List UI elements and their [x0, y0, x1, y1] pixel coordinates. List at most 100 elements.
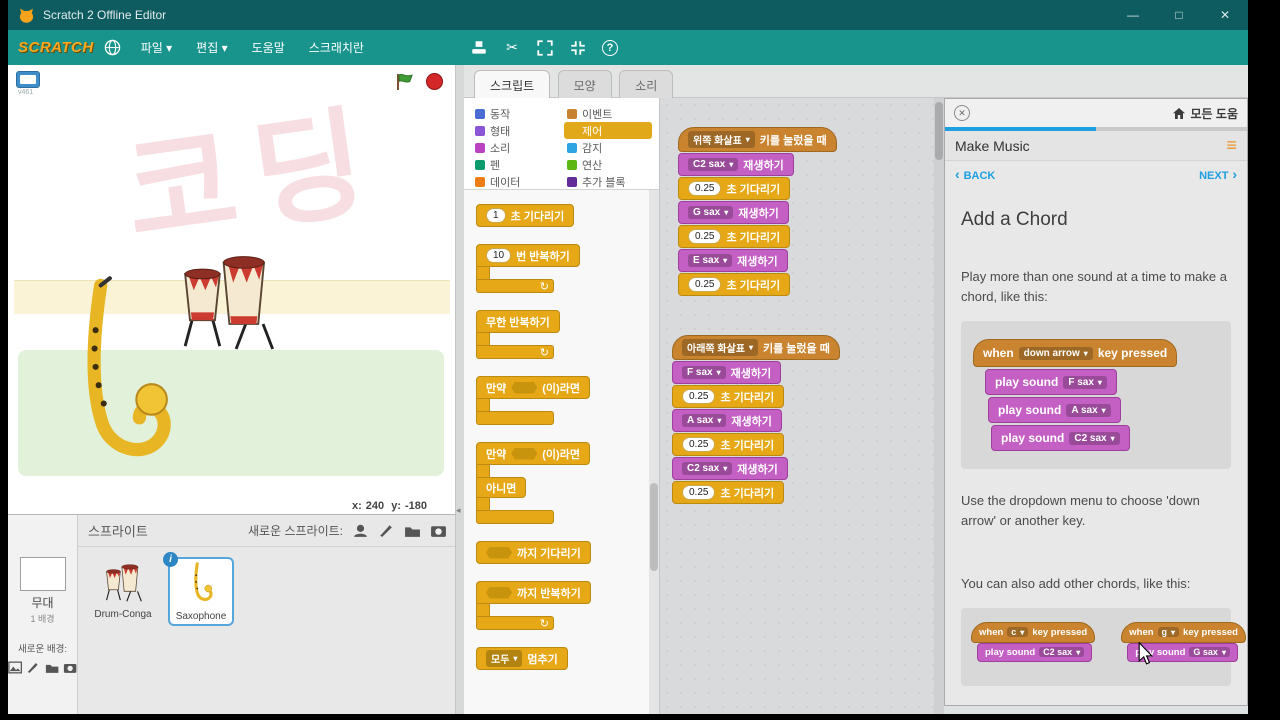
- sprite-card-drum-conga[interactable]: Drum-Conga: [90, 557, 156, 622]
- upload-backdrop-icon[interactable]: [45, 660, 59, 675]
- boolean-slot[interactable]: [486, 586, 512, 599]
- paint-sprite-icon[interactable]: [378, 523, 395, 538]
- sound-dropdown[interactable]: E sax: [688, 254, 733, 267]
- number-input[interactable]: 0.25: [682, 485, 716, 500]
- boolean-slot[interactable]: [486, 546, 512, 559]
- number-input[interactable]: 0.25: [682, 437, 716, 452]
- category-sensing[interactable]: 감지: [564, 139, 652, 156]
- stop-dropdown[interactable]: 모두: [486, 650, 523, 667]
- language-globe-icon[interactable]: [104, 39, 121, 56]
- duplicate-stamp-icon[interactable]: [470, 39, 488, 57]
- next-link[interactable]: NEXT: [1199, 166, 1237, 182]
- boolean-slot[interactable]: [511, 447, 538, 460]
- category-operators[interactable]: 연산: [564, 156, 652, 173]
- key-dropdown[interactable]: 위쪽 화살표: [688, 131, 755, 148]
- key-dropdown[interactable]: 아래쪽 화살표: [682, 339, 758, 356]
- menu-help[interactable]: 도움말: [240, 39, 297, 56]
- palette-repeat-block[interactable]: 10 번 반복하기 ↻: [476, 244, 649, 293]
- camera-sprite-icon[interactable]: [430, 523, 447, 538]
- sprite-library-icon[interactable]: [352, 523, 369, 538]
- drum-conga-sprite-on-stage[interactable]: [164, 243, 289, 353]
- menu-edit[interactable]: 편집 ▾: [184, 39, 239, 56]
- category-looks[interactable]: 형태: [472, 122, 560, 139]
- menu-file[interactable]: 파일 ▾: [129, 39, 184, 56]
- paint-backdrop-icon[interactable]: [26, 660, 40, 675]
- number-input[interactable]: 0.25: [688, 229, 722, 244]
- saxophone-sprite-on-stage[interactable]: [62, 276, 174, 472]
- category-data[interactable]: 데이터: [472, 173, 560, 190]
- stop-button[interactable]: [426, 73, 443, 90]
- sound-dropdown[interactable]: F sax: [682, 366, 726, 379]
- small-stage-toggle-icon[interactable]: [16, 71, 40, 88]
- wait-block[interactable]: 0.25 초 기다리기: [678, 273, 791, 296]
- wait-block[interactable]: 0.25 초 기다리기: [672, 433, 785, 456]
- wait-block[interactable]: 0.25 초 기다리기: [678, 225, 791, 248]
- sound-dropdown[interactable]: A sax: [682, 414, 727, 427]
- grow-icon[interactable]: [536, 39, 554, 57]
- category-sound[interactable]: 소리: [472, 139, 560, 156]
- number-input[interactable]: 10: [486, 248, 512, 263]
- scripts-canvas[interactable]: 위쪽 화살표 키를 눌렀을 때 C2 sax 재생하기 0.25 초 기다리기 …: [660, 98, 944, 714]
- collapse-arrow-icon[interactable]: ◂: [456, 505, 461, 516]
- green-flag-button[interactable]: [395, 72, 415, 92]
- palette-if-block[interactable]: 만약 (이)라면: [476, 376, 649, 425]
- backdrop-library-icon[interactable]: [8, 660, 22, 675]
- palette-scrollbar-thumb[interactable]: [650, 483, 658, 572]
- all-tips-link[interactable]: 모든 도움: [1172, 105, 1238, 122]
- sound-dropdown[interactable]: C2 sax: [688, 158, 739, 171]
- category-motion[interactable]: 동작: [472, 105, 560, 122]
- sprite-info-icon[interactable]: [163, 552, 178, 567]
- tips-menu-icon[interactable]: [1226, 135, 1237, 156]
- number-input[interactable]: 0.25: [688, 181, 722, 196]
- upload-sprite-icon[interactable]: [404, 523, 421, 538]
- block-help-icon[interactable]: [602, 39, 618, 56]
- category-events[interactable]: 이벤트: [564, 105, 652, 122]
- menu-about[interactable]: 스크래치란: [297, 39, 376, 56]
- delete-scissors-icon[interactable]: [503, 39, 521, 57]
- number-input[interactable]: 0.25: [688, 277, 722, 292]
- play-sound-block: play sound F sax: [985, 369, 1117, 396]
- category-pen[interactable]: 펜: [472, 156, 560, 173]
- camera-backdrop-icon[interactable]: [63, 660, 77, 675]
- category-more-blocks[interactable]: 추가 블록: [564, 173, 652, 190]
- number-input[interactable]: 0.25: [682, 389, 716, 404]
- scratch-logo[interactable]: SCRATCH: [18, 39, 94, 56]
- number-input[interactable]: 1: [486, 208, 506, 223]
- palette-wait-block[interactable]: 1 초 기다리기: [476, 204, 575, 227]
- when-key-pressed-hat[interactable]: 위쪽 화살표 키를 눌렀을 때: [678, 127, 837, 152]
- stage-thumbnail[interactable]: [19, 557, 66, 591]
- close-tips-icon[interactable]: [954, 105, 970, 121]
- stage-collapse-divider[interactable]: ◂: [456, 65, 464, 714]
- sprite-card-saxophone[interactable]: Saxophone: [163, 552, 234, 626]
- wait-block[interactable]: 0.25 초 기다리기: [678, 177, 791, 200]
- palette-stop-block[interactable]: 모두 멈추기: [476, 647, 568, 670]
- palette-wait-until-block[interactable]: 까지 기다리기: [476, 541, 591, 564]
- wait-block[interactable]: 0.25 초 기다리기: [672, 385, 785, 408]
- play-sound-block[interactable]: E sax 재생하기: [678, 249, 788, 272]
- palette-if-else-block[interactable]: 만약 (이)라면 아니면: [476, 442, 649, 524]
- maximize-button[interactable]: □: [1156, 0, 1202, 30]
- canvas-scrollbar[interactable]: [934, 98, 944, 714]
- close-button[interactable]: ✕: [1202, 0, 1248, 30]
- tab-sounds[interactable]: 소리: [619, 70, 674, 101]
- category-control[interactable]: 제어: [564, 122, 652, 139]
- shrink-icon[interactable]: [569, 39, 587, 57]
- minimize-button[interactable]: —: [1110, 0, 1156, 30]
- play-sound-block[interactable]: C2 sax 재생하기: [678, 153, 794, 176]
- wait-block[interactable]: 0.25 초 기다리기: [672, 481, 785, 504]
- sound-dropdown[interactable]: G sax: [688, 206, 734, 219]
- canvas-scrollbar-thumb[interactable]: [935, 102, 943, 160]
- sound-dropdown[interactable]: C2 sax: [682, 462, 733, 475]
- palette-repeat-until-block[interactable]: 까지 반복하기 ↻: [476, 581, 649, 630]
- play-sound-block[interactable]: F sax 재생하기: [672, 361, 782, 384]
- palette-forever-block[interactable]: 무한 반복하기 ↻: [476, 310, 649, 359]
- play-sound-block[interactable]: A sax 재생하기: [672, 409, 782, 432]
- play-sound-block[interactable]: C2 sax 재생하기: [672, 457, 788, 480]
- boolean-slot[interactable]: [511, 381, 538, 394]
- when-key-pressed-hat[interactable]: 아래쪽 화살표 키를 눌렀을 때: [672, 335, 840, 360]
- back-link[interactable]: BACK: [955, 166, 996, 182]
- palette-scrollbar[interactable]: [649, 190, 659, 714]
- tab-scripts[interactable]: 스크립트: [474, 70, 551, 101]
- play-sound-block[interactable]: G sax 재생하기: [678, 201, 789, 224]
- tab-costumes[interactable]: 모양: [557, 70, 612, 101]
